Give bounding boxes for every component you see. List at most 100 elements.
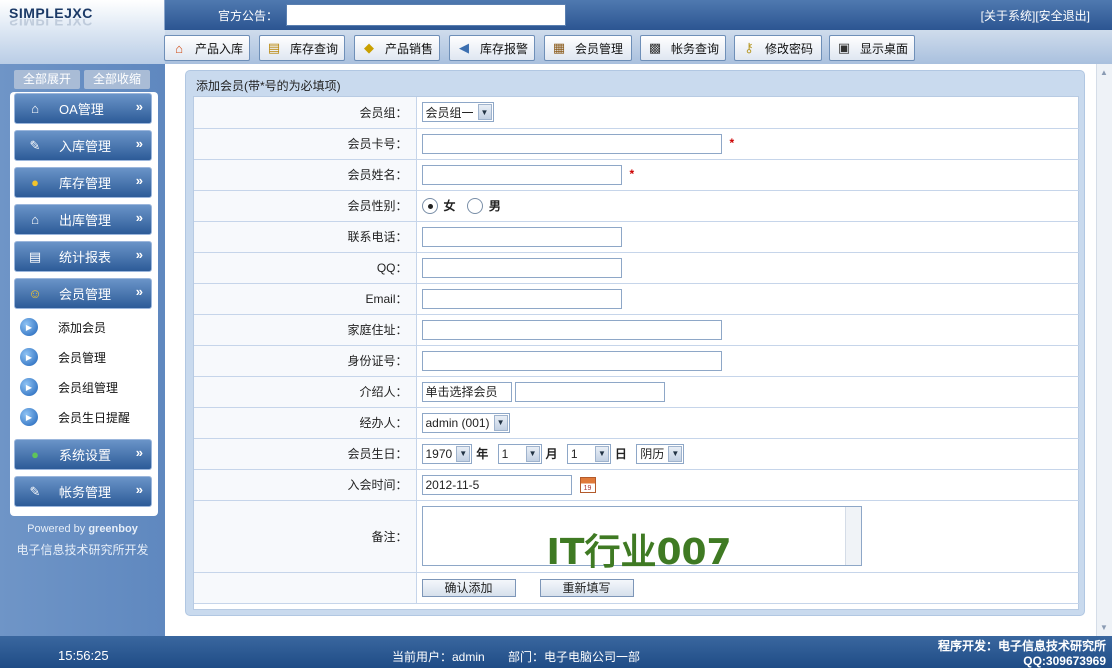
gender-female-radio[interactable]	[421, 197, 438, 214]
collapse-all-button[interactable]: 全部收缩	[84, 70, 150, 89]
scroll-down-icon[interactable]: ▼	[1100, 623, 1108, 632]
handler-select[interactable]: admin (001) ▼	[421, 412, 510, 433]
sidebar-subitem-label: 会员组管理	[58, 380, 119, 395]
expand-all-button[interactable]: 全部展开	[14, 70, 80, 89]
email-input[interactable]	[421, 288, 622, 309]
field-label: 备注：	[194, 500, 417, 573]
nav-stock-query[interactable]: ▤ 库存查询	[259, 35, 345, 61]
day-unit: 日	[614, 447, 627, 461]
nav-stock-alert[interactable]: ◀ 库存报警	[449, 35, 535, 61]
play-icon: ▶	[20, 408, 38, 426]
select-value: admin (001)	[425, 415, 490, 430]
book-icon: ▤	[267, 40, 281, 55]
logout-link[interactable]: [安全退出]	[1035, 9, 1090, 23]
sidebar-subitem-member-group[interactable]: ▶ 会员组管理	[20, 378, 118, 396]
field-value-cell: 1970 ▼ 年 1 ▼ 月 1 ▼ 日 阴历 ▼	[416, 438, 1080, 470]
address-input[interactable]	[421, 319, 722, 340]
play-icon: ▶	[20, 318, 38, 336]
play-icon: ▶	[20, 378, 38, 396]
scroll-up-icon[interactable]: ▲	[1100, 68, 1108, 77]
birth-month-select[interactable]: 1 ▼	[497, 443, 542, 464]
id-number-input[interactable]	[421, 350, 722, 371]
report-icon: ▤	[28, 248, 42, 264]
submit-button[interactable]: 确认添加	[421, 578, 516, 597]
remark-textarea[interactable]: IT行业007	[421, 506, 862, 573]
remark-watermark: IT行业007	[546, 532, 732, 573]
double-chevron-icon: »	[135, 136, 143, 151]
ledger-icon: ▩	[648, 40, 662, 55]
calendar-icon[interactable]: 19	[579, 476, 596, 493]
nav-product-sales[interactable]: ◆ 产品销售	[354, 35, 440, 61]
field-value-cell: IT行业007	[416, 500, 1080, 573]
member-name-input[interactable]	[421, 164, 622, 185]
double-chevron-icon: »	[135, 173, 143, 188]
referrer-input[interactable]	[514, 381, 665, 402]
notice-field[interactable]	[286, 4, 566, 26]
chevron-down-icon: ▼	[477, 104, 492, 121]
nav-change-password[interactable]: ⚷ 修改密码	[734, 35, 822, 61]
form-row-card-no: 会员卡号： *	[194, 128, 1080, 160]
member-group-select[interactable]: 会员组一 ▼	[421, 102, 494, 123]
nav-account-query[interactable]: ▩ 帐务查询	[640, 35, 726, 61]
sidebar-item-accounts[interactable]: ✎ 帐务管理 »	[14, 476, 152, 507]
sidebar-subitem-label: 会员管理	[58, 350, 107, 365]
sidebar-subitem-birthday-reminder[interactable]: ▶ 会员生日提醒	[20, 408, 130, 426]
field-label: 入会时间：	[194, 469, 417, 501]
select-value: 1970	[425, 446, 453, 461]
double-chevron-icon: »	[135, 284, 143, 299]
form-title: 添加会员(带*号的为必填项)	[196, 79, 341, 93]
main-scrollbar[interactable]: ▲ ▼	[1096, 64, 1112, 636]
form-row-gender: 会员性别： 女 男	[194, 190, 1080, 222]
birth-day-select[interactable]: 1 ▼	[566, 443, 611, 464]
keys-icon: ⚷	[744, 40, 754, 55]
field-label: 联系电话：	[194, 221, 417, 253]
sidebar-item-stock-out[interactable]: ⌂ 出库管理 »	[14, 204, 152, 235]
member-form-table: 会员组： 会员组一 ▼ 会员卡号： * 会员姓名： * 会员性别： 女 男 联系…	[194, 97, 1080, 604]
nav-member-manage[interactable]: ▦ 会员管理	[544, 35, 632, 61]
form-row-handler: 经办人： admin (001) ▼	[194, 407, 1080, 439]
join-time-input[interactable]: 2012-11-5	[421, 474, 572, 495]
form-row-qq: QQ：	[194, 252, 1080, 284]
reset-button[interactable]: 重新填写	[539, 578, 634, 597]
sidebar-item-reports[interactable]: ▤ 统计报表 »	[14, 241, 152, 272]
sidebar-subitem-add-member[interactable]: ▶ 添加会员	[20, 318, 106, 336]
select-value: 阴历	[640, 447, 665, 461]
field-value-cell	[416, 345, 1080, 377]
sidebar-item-label: 库存管理	[59, 176, 112, 191]
field-value-cell: *	[416, 159, 1080, 191]
qq-input[interactable]	[421, 257, 622, 278]
sidebar-subitem-member-manage[interactable]: ▶ 会员管理	[20, 348, 106, 366]
nav-product-in[interactable]: ⌂ 产品入库	[164, 35, 250, 61]
actions-cell: 确认添加 重新填写	[416, 572, 1080, 604]
speaker-icon: ◀	[459, 40, 469, 55]
sidebar-item-settings[interactable]: ● 系统设置 »	[14, 439, 152, 470]
nav-show-desktop[interactable]: ▣ 显示桌面	[829, 35, 915, 61]
sidebar-item-label: 统计报表	[59, 250, 112, 265]
card-number-input[interactable]	[421, 133, 722, 154]
form-row-birthday: 会员生日： 1970 ▼ 年 1 ▼ 月 1 ▼ 日 阴历 ▼	[194, 438, 1080, 470]
field-value-cell	[416, 221, 1080, 253]
sidebar-item-inventory[interactable]: ● 库存管理 »	[14, 167, 152, 198]
clock: 15:56:25	[58, 648, 109, 663]
field-label: Email：	[194, 283, 417, 315]
sidebar-subitem-label: 添加会员	[58, 320, 107, 335]
sidebar-item-label: 出库管理	[59, 213, 112, 228]
calendar-type-select[interactable]: 阴历 ▼	[636, 443, 685, 464]
logo: SIMPLEJXC SIMPLEJXC	[0, 0, 165, 32]
sidebar-item-oa[interactable]: ⌂ OA管理 »	[14, 93, 152, 124]
phone-input[interactable]	[421, 226, 622, 247]
textarea-scrollbar[interactable]	[844, 507, 861, 565]
member-icon: ☺	[28, 286, 42, 301]
select-referrer-button[interactable]: 单击选择会员	[421, 381, 512, 402]
birth-year-select[interactable]: 1970 ▼	[421, 443, 473, 464]
gender-male-label: 男	[488, 199, 501, 213]
sidebar-item-stock-in[interactable]: ✎ 入库管理 »	[14, 130, 152, 161]
sidebar-item-members[interactable]: ☺ 会员管理 »	[14, 278, 152, 309]
field-label: QQ：	[194, 252, 417, 284]
gender-male-radio[interactable]	[466, 197, 483, 214]
form-row-address: 家庭住址：	[194, 314, 1080, 346]
actions-label-cell	[194, 572, 417, 604]
double-chevron-icon: »	[135, 482, 143, 497]
about-link[interactable]: [关于系统]	[981, 9, 1036, 23]
year-unit: 年	[476, 447, 489, 461]
